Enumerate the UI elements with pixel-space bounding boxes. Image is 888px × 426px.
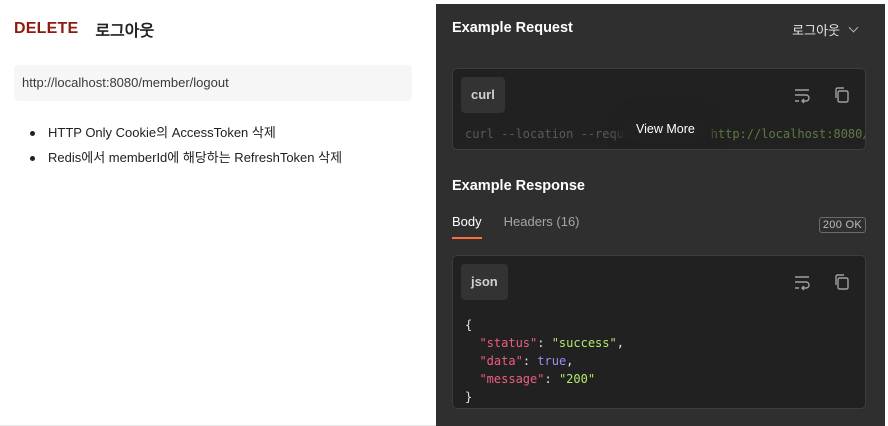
response-tabs: Body Headers (16) <box>452 214 580 239</box>
request-description: HTTP Only Cookie의 AccessToken 삭제 Redis에서… <box>28 124 418 174</box>
wrap-lines-icon[interactable] <box>792 85 812 105</box>
view-more-button[interactable]: View More <box>623 117 708 141</box>
chevron-down-icon <box>848 22 859 33</box>
response-code-card: json { "status": "success", "data": true… <box>452 255 866 409</box>
example-selector[interactable]: 로그아웃 <box>792 20 859 39</box>
example-selector-label: 로그아웃 <box>792 23 840 38</box>
request-title-row: DELETE 로그아웃 <box>14 17 154 41</box>
json-brace-close: } <box>465 390 473 404</box>
request-name: 로그아웃 <box>95 23 155 40</box>
json-brace-open: { <box>465 318 473 332</box>
request-url[interactable]: http://localhost:8080/member/logout <box>14 65 412 101</box>
request-language-chip[interactable]: curl <box>461 77 505 113</box>
status-badge: 200 OK <box>818 217 866 233</box>
description-item: HTTP Only Cookie의 AccessToken 삭제 <box>28 124 418 149</box>
json-bool-value: true <box>537 354 567 368</box>
curl-url-string: 'http://localhost:8080/member/logout' <box>703 127 865 141</box>
response-language-chip[interactable]: json <box>461 264 508 300</box>
example-request-title: Example Request <box>452 20 573 36</box>
json-response-body: { "status": "success", "data": true, "me… <box>465 318 624 404</box>
example-response-title: Example Response <box>452 178 585 194</box>
json-string-value: "200" <box>558 372 596 386</box>
tab-headers[interactable]: Headers (16) <box>504 214 580 239</box>
json-string-value: "success" <box>551 336 617 350</box>
wrap-lines-icon[interactable] <box>792 272 812 292</box>
examples-pane: Example Request 로그아웃 curl curl --locatio… <box>436 4 885 426</box>
request-code-card: curl curl --location --request DELETE 'h… <box>452 68 866 150</box>
json-key: "message" <box>479 372 545 386</box>
json-key: "status" <box>479 336 538 350</box>
json-key: "data" <box>479 354 523 368</box>
http-method-badge: DELETE <box>14 20 79 37</box>
request-documentation-pane: DELETE 로그아웃 http://localhost:8080/member… <box>0 0 436 426</box>
tab-body[interactable]: Body <box>452 214 482 239</box>
copy-icon[interactable] <box>832 272 852 292</box>
description-item: Redis에서 memberId에 해당하는 RefreshToken 삭제 <box>28 149 418 174</box>
copy-icon[interactable] <box>832 85 852 105</box>
